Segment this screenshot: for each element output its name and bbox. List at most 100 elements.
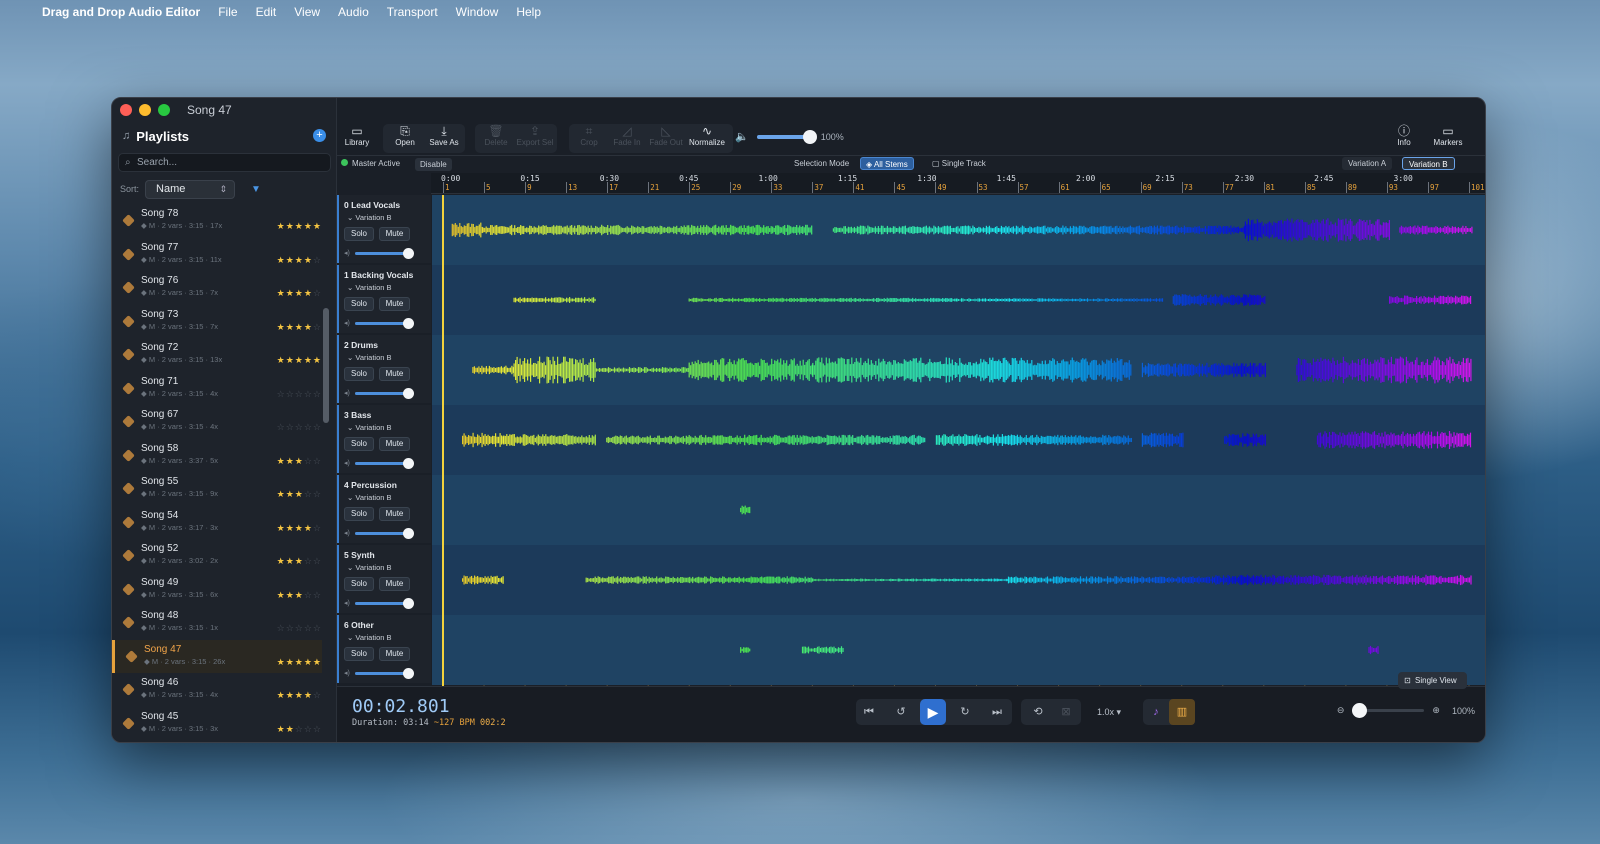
track-volume-knob[interactable]: [402, 247, 414, 259]
track-volume-knob[interactable]: [402, 667, 414, 679]
menu-view[interactable]: View: [294, 5, 320, 19]
variation-b-button[interactable]: Variation B: [1402, 157, 1455, 170]
menu-file[interactable]: File: [218, 5, 237, 19]
menu-audio[interactable]: Audio: [338, 5, 369, 19]
crop-button[interactable]: ⌗ Crop: [573, 124, 605, 154]
markers-button[interactable]: ▭ Markers: [1429, 124, 1467, 154]
song-item[interactable]: Song 49 ◆ M · 2 vars · 3:15 · 6x ★★★☆☆: [112, 573, 322, 607]
song-rating[interactable]: ☆☆☆☆☆: [277, 422, 322, 433]
track-variation[interactable]: ⌄ Variation B: [344, 493, 431, 502]
song-item[interactable]: Song 47 ◆ M · 2 vars · 3:15 · 26x ★★★★★: [112, 639, 322, 673]
song-rating[interactable]: ★★★☆☆: [277, 556, 322, 567]
disable-button[interactable]: Disable: [415, 158, 452, 171]
play-button[interactable]: ▶: [920, 699, 946, 725]
track-volume-slider[interactable]: [354, 387, 414, 399]
song-rating[interactable]: ★★★★☆: [277, 690, 322, 701]
song-item[interactable]: Song 72 ◆ M · 2 vars · 3:15 · 13x ★★★★★: [112, 338, 322, 372]
midi-view-button[interactable]: ♪: [1143, 699, 1169, 725]
track-waveform[interactable]: [432, 405, 1486, 475]
rewind-button[interactable]: ↺: [888, 699, 914, 725]
song-item[interactable]: Song 54 ◆ M · 2 vars · 3:17 · 3x ★★★★☆: [112, 506, 322, 540]
song-rating[interactable]: ★★★★☆: [277, 523, 322, 534]
song-item[interactable]: Song 78 ◆ M · 2 vars · 3:15 · 17x ★★★★★: [112, 204, 322, 238]
track-variation[interactable]: ⌄ Variation B: [344, 633, 431, 642]
song-rating[interactable]: ★★★★★: [277, 221, 322, 232]
track-volume-slider[interactable]: [354, 597, 414, 609]
open-button[interactable]: ⎘ Open: [389, 124, 421, 154]
track-waveform[interactable]: [432, 545, 1486, 615]
track-variation[interactable]: ⌄ Variation B: [344, 563, 431, 572]
search-input[interactable]: ⌕ Search...: [118, 153, 331, 172]
track-variation[interactable]: ⌄ Variation B: [344, 283, 431, 292]
solo-button[interactable]: Solo: [344, 297, 374, 311]
song-rating[interactable]: ★★★★☆: [277, 288, 322, 299]
track-volume-knob[interactable]: [402, 597, 414, 609]
normalize-button[interactable]: ∿ Normalize: [685, 124, 729, 154]
library-button[interactable]: ▭ Library: [343, 124, 371, 154]
zoom-slider[interactable]: [1352, 703, 1425, 718]
fade-out-button[interactable]: ◺ Fade Out: [647, 124, 685, 154]
song-item[interactable]: Song 73 ◆ M · 2 vars · 3:15 · 7x ★★★★☆: [112, 305, 322, 339]
song-item[interactable]: Song 46 ◆ M · 2 vars · 3:15 · 4x ★★★★☆: [112, 673, 322, 707]
add-playlist-button[interactable]: +: [313, 129, 326, 142]
zoom-knob[interactable]: [1352, 703, 1368, 718]
forward-button[interactable]: ↻: [952, 699, 978, 725]
mute-button[interactable]: Mute: [379, 647, 410, 661]
close-button[interactable]: [120, 104, 132, 116]
speed-select[interactable]: 1.0x ▾: [1089, 699, 1129, 725]
song-item[interactable]: Song 45 ◆ M · 2 vars · 3:15 · 3x ★★☆☆☆: [112, 707, 322, 741]
song-item[interactable]: Song 67 ◆ M · 2 vars · 3:15 · 4x ☆☆☆☆☆: [112, 405, 322, 439]
track-waveform[interactable]: [432, 265, 1486, 335]
playhead[interactable]: [442, 195, 444, 686]
skip-forward-button[interactable]: ⏭: [984, 699, 1010, 725]
track-volume-knob[interactable]: [402, 457, 414, 469]
menu-transport[interactable]: Transport: [387, 5, 438, 19]
song-item[interactable]: Song 58 ◆ M · 2 vars · 3:37 · 5x ★★★☆☆: [112, 439, 322, 473]
track-variation[interactable]: ⌄ Variation B: [344, 213, 431, 222]
track-variation[interactable]: ⌄ Variation B: [344, 423, 431, 432]
song-rating[interactable]: ★★★★☆: [277, 255, 322, 266]
song-item[interactable]: Song 71 ◆ M · 2 vars · 3:15 · 4x ☆☆☆☆☆: [112, 372, 322, 406]
track-volume-knob[interactable]: [402, 527, 414, 539]
sidebar-scrollbar[interactable]: [323, 308, 329, 423]
columns-view-button[interactable]: ▥: [1169, 699, 1195, 725]
solo-button[interactable]: Solo: [344, 367, 374, 381]
skip-back-button[interactable]: ⏮: [856, 699, 882, 725]
song-rating[interactable]: ★★★☆☆: [277, 489, 322, 500]
track-volume-slider[interactable]: [354, 317, 414, 329]
song-rating[interactable]: ★★☆☆☆: [277, 724, 322, 735]
delete-button[interactable]: 🗑 Delete: [479, 124, 513, 154]
track-waveform[interactable]: [432, 475, 1486, 545]
song-rating[interactable]: ★★★☆☆: [277, 590, 322, 601]
mute-button[interactable]: Mute: [379, 297, 410, 311]
variation-a-button[interactable]: Variation A: [1342, 157, 1393, 170]
menu-window[interactable]: Window: [456, 5, 499, 19]
volume-slider[interactable]: [756, 129, 817, 144]
clear-loop-button[interactable]: ⊠: [1053, 699, 1079, 725]
sort-select[interactable]: Name ⇕: [145, 179, 236, 199]
solo-button[interactable]: Solo: [344, 577, 374, 591]
menu-edit[interactable]: Edit: [256, 5, 277, 19]
zoom-out-icon[interactable]: ⊖: [1337, 705, 1345, 716]
all-stems-button[interactable]: ◈ All Stems: [860, 157, 914, 170]
mute-button[interactable]: Mute: [379, 367, 410, 381]
song-rating[interactable]: ☆☆☆☆☆: [277, 623, 322, 634]
song-rating[interactable]: ★★★★☆: [277, 322, 322, 333]
filter-icon[interactable]: ▼: [251, 184, 261, 195]
fade-in-button[interactable]: ◿ Fade In: [609, 124, 645, 154]
save-as-button[interactable]: ⤓ Save As: [427, 124, 461, 154]
track-volume-slider[interactable]: [354, 457, 414, 469]
zoom-button[interactable]: [158, 104, 170, 116]
song-rating[interactable]: ☆☆☆☆☆: [277, 389, 322, 400]
mute-button[interactable]: Mute: [379, 437, 410, 451]
zoom-in-icon[interactable]: ⊕: [1432, 705, 1440, 716]
mute-button[interactable]: Mute: [379, 577, 410, 591]
song-rating[interactable]: ★★★☆☆: [277, 456, 322, 467]
track-waveform[interactable]: [432, 615, 1486, 685]
song-rating[interactable]: ★★★★★: [277, 657, 322, 668]
song-item[interactable]: Song 48 ◆ M · 2 vars · 3:15 · 1x ☆☆☆☆☆: [112, 606, 322, 640]
menu-help[interactable]: Help: [516, 5, 541, 19]
single-track-button[interactable]: ▢ Single Track: [927, 157, 991, 170]
info-button[interactable]: ⓘ Info: [1389, 124, 1419, 154]
volume-knob[interactable]: [802, 129, 817, 144]
